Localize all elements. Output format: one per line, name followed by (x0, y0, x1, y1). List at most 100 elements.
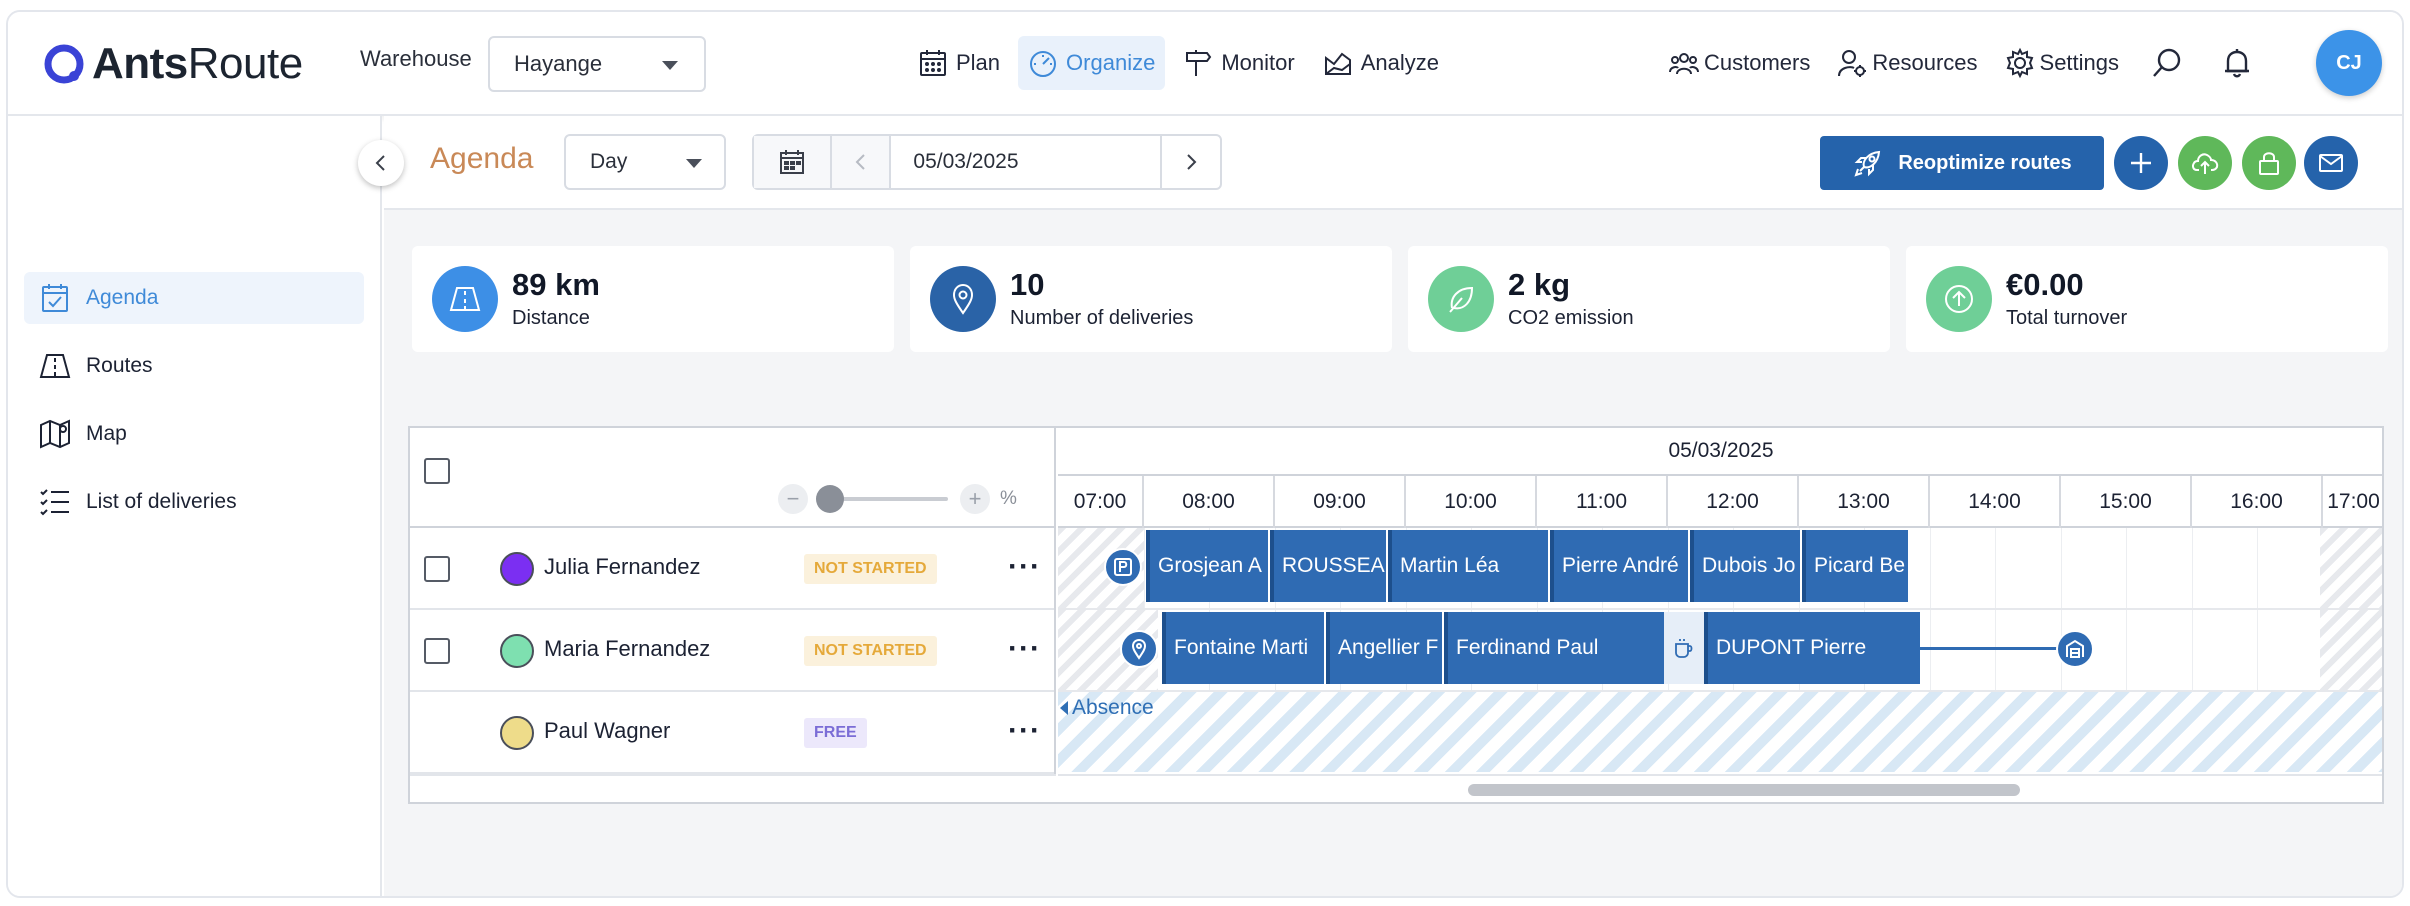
previous-day-button[interactable] (831, 136, 892, 188)
date-picker-button[interactable] (754, 136, 832, 188)
timeline-date: 05/03/2025 (1058, 428, 2382, 476)
resource-row[interactable]: Maria Fernandez NOT STARTED ··· (410, 610, 1054, 692)
resource-color-dot (500, 716, 534, 750)
nav-resources[interactable]: Resources (1836, 47, 1978, 79)
upload-button[interactable] (2178, 136, 2232, 190)
kpi-co2-icon-wrap (1428, 266, 1494, 332)
parking-start-icon[interactable] (1104, 548, 1142, 586)
plus-icon (2131, 153, 2151, 173)
kpi-deliveries-icon-wrap (930, 266, 996, 332)
delivery-task[interactable]: ROUSSEAU (1270, 530, 1386, 602)
bell-icon (2225, 49, 2250, 78)
resource-color-dot (500, 634, 534, 668)
agenda-gantt: − + % Julia Fernandez NOT STARTED ··· Ma… (408, 426, 2384, 804)
nav-monitor[interactable]: Monitor (1173, 36, 1304, 90)
resource-name: Julia Fernandez (544, 554, 701, 579)
collapse-sidebar-button[interactable] (358, 140, 404, 186)
break-block[interactable] (1664, 612, 1704, 684)
more-options-icon[interactable]: ··· (1008, 634, 1041, 664)
kpi-deliveries-label: Number of deliveries (1010, 307, 1194, 329)
nav-plan[interactable]: Plan (908, 36, 1010, 90)
sidebar-item-routes[interactable]: Routes (24, 340, 364, 392)
resources-pane: − + % Julia Fernandez NOT STARTED ··· Ma… (410, 428, 1056, 802)
resource-row[interactable]: Paul Wagner FREE ··· (410, 692, 1054, 774)
sidebar-item-list-of-deliveries[interactable]: List of deliveries (24, 476, 364, 528)
caret-left-icon (1060, 701, 1068, 715)
resource-name: Paul Wagner (544, 718, 671, 743)
delivery-task[interactable]: Angellier F (1326, 612, 1442, 684)
main-content: Agenda Day 05/03/2025 Reoptimize routes … (384, 116, 2402, 896)
non-working-period (2320, 610, 2382, 690)
kpi-distance-icon-wrap (432, 266, 498, 332)
next-day-button[interactable] (1162, 136, 1220, 188)
absence-label: Absence (1060, 696, 1154, 720)
nav-analyze[interactable]: Analyze (1313, 36, 1449, 90)
sidebar-item-map[interactable]: Map (24, 408, 364, 460)
logo-mark-icon (44, 44, 84, 84)
nav-organize[interactable]: Organize (1018, 36, 1166, 90)
hour-label: 11:00 (1537, 476, 1668, 528)
calendar-icon (920, 50, 946, 76)
delivery-task[interactable]: Fontaine Marti (1162, 612, 1324, 684)
map-icon (40, 419, 70, 449)
warehouse-value: Hayange (514, 51, 603, 76)
zoom-control: − + % (778, 484, 1017, 514)
reoptimize-routes-button[interactable]: Reoptimize routes (1820, 136, 2104, 190)
resources-footer (410, 774, 1056, 802)
warehouse-end-icon[interactable] (2056, 630, 2094, 668)
user-avatar[interactable]: CJ (2316, 30, 2382, 96)
delivery-task[interactable]: Picard Be (1802, 530, 1908, 602)
absence-block[interactable]: Absence (1058, 692, 2382, 772)
hour-label: 09:00 (1275, 476, 1406, 528)
chevron-down-icon (662, 61, 678, 70)
search-button[interactable] (2145, 41, 2189, 85)
zoom-slider[interactable] (816, 485, 948, 513)
kpi-deliveries-value: 10 (1010, 267, 1045, 302)
antsroute-logo[interactable]: AntsRoute (42, 36, 303, 92)
location-pin-start-icon[interactable] (1120, 630, 1158, 668)
sidebar-item-agenda[interactable]: Agenda (24, 272, 364, 324)
kpi-co2-label: CO2 emission (1508, 307, 1634, 329)
zoom-in-button[interactable]: + (960, 484, 990, 514)
notifications-button[interactable] (2215, 41, 2259, 85)
email-button[interactable] (2304, 136, 2358, 190)
delivery-task[interactable]: Dubois Jo (1690, 530, 1800, 602)
horizontal-scrollbar[interactable] (1058, 774, 2382, 802)
gauge-icon (1030, 51, 1057, 77)
more-options-icon[interactable]: ··· (1008, 552, 1041, 582)
sidebar-item-map-label: Map (86, 422, 127, 445)
nav-settings[interactable]: Settings (2004, 47, 2119, 79)
hour-label: 13:00 (1799, 476, 1930, 528)
more-options-icon[interactable]: ··· (1008, 716, 1041, 746)
chevron-right-icon (1187, 154, 1197, 170)
timeline-pane: 05/03/2025 07:00 08:00 09:00 10:00 11:00… (1058, 428, 2382, 802)
lock-button[interactable] (2242, 136, 2296, 190)
nav-customers[interactable]: Customers (1668, 47, 1810, 79)
scrollbar-thumb[interactable] (1468, 784, 2020, 796)
resources-header: − + % (410, 428, 1054, 528)
nav-customers-label: Customers (1704, 50, 1811, 75)
zoom-slider-thumb[interactable] (816, 485, 844, 513)
chevron-left-icon (375, 155, 385, 171)
non-working-period (2320, 528, 2382, 608)
delivery-task[interactable]: Pierre André (1550, 530, 1688, 602)
delivery-task[interactable]: Martin Léa (1388, 530, 1548, 602)
delivery-task[interactable]: Ferdinand Paul (1444, 612, 1664, 684)
chevron-left-icon (855, 154, 865, 170)
hour-label: 15:00 (2061, 476, 2192, 528)
zoom-out-button[interactable]: − (778, 484, 808, 514)
resource-checkbox[interactable] (424, 556, 450, 582)
date-input[interactable]: 05/03/2025 (891, 136, 1163, 188)
resource-checkbox[interactable] (424, 638, 450, 664)
delivery-task[interactable]: DUPONT Pierre (1704, 612, 1920, 684)
delivery-task[interactable]: Grosjean A (1146, 530, 1268, 602)
sidebar-item-agenda-label: Agenda (86, 286, 159, 309)
add-button[interactable] (2114, 136, 2168, 190)
warehouse-select[interactable]: Hayange (488, 36, 706, 92)
sidebar-item-list-label: List of deliveries (86, 490, 237, 513)
status-badge: NOT STARTED (804, 554, 937, 584)
resource-color-dot (500, 552, 534, 586)
select-all-checkbox[interactable] (424, 458, 450, 484)
view-mode-select[interactable]: Day (564, 134, 726, 190)
resource-row[interactable]: Julia Fernandez NOT STARTED ··· (410, 528, 1054, 610)
